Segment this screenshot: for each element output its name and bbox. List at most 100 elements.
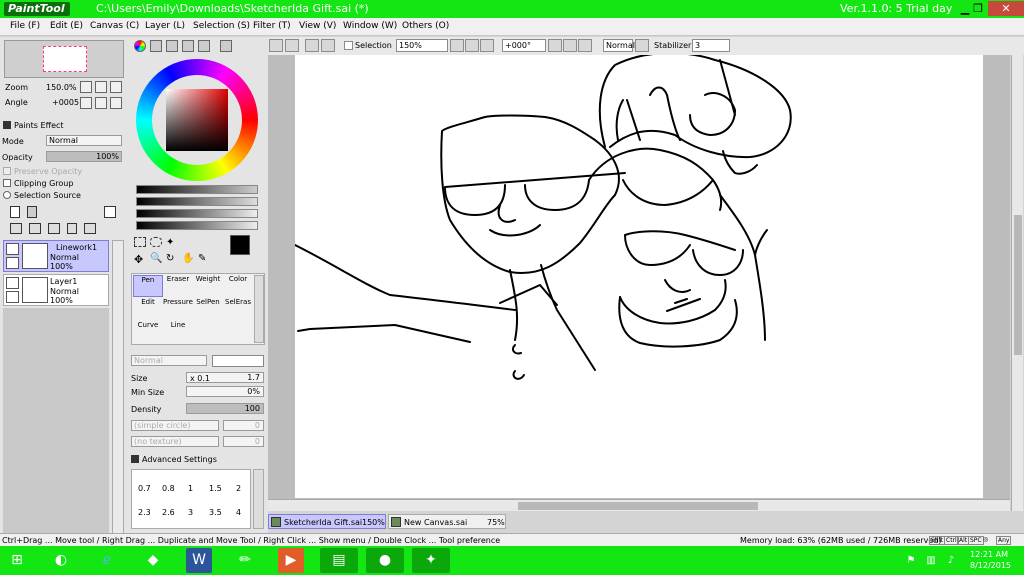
vertical-scrollbar[interactable] xyxy=(1011,55,1023,511)
preset-size[interactable]: 1.5 xyxy=(209,484,222,493)
scratchpad-icon[interactable] xyxy=(220,40,232,52)
internet-explorer-icon[interactable]: ℯ xyxy=(94,548,120,573)
hue-slider[interactable] xyxy=(136,185,258,194)
layer-scrollbar[interactable] xyxy=(112,240,124,566)
layer-properties-icon[interactable] xyxy=(84,223,96,234)
selection-source-checkbox[interactable] xyxy=(3,191,11,199)
menu-file[interactable]: File (F) xyxy=(10,21,40,31)
primary-color-swatch[interactable] xyxy=(230,235,250,255)
new-layer-icon[interactable] xyxy=(10,206,20,218)
layer-mask-icon[interactable] xyxy=(104,206,116,218)
flip-icon[interactable] xyxy=(635,39,649,52)
opacity-slider[interactable]: 100% xyxy=(46,151,122,162)
speaker-icon[interactable]: ♪ xyxy=(938,548,964,573)
lock-icon[interactable] xyxy=(6,291,19,303)
min-size-slider[interactable]: 0% xyxy=(186,386,264,397)
windows-start-icon[interactable]: ⊞ xyxy=(4,548,30,573)
color-wheel[interactable] xyxy=(136,59,258,181)
value-slider[interactable] xyxy=(136,209,258,218)
clear-layer-icon[interactable] xyxy=(48,223,60,234)
invert-selection-icon[interactable] xyxy=(321,39,335,52)
move-icon[interactable]: ✥ xyxy=(134,253,143,266)
painttool-sai-icon[interactable]: ✦ xyxy=(412,548,450,573)
color-mixer-icon[interactable] xyxy=(182,40,194,52)
menu-layer[interactable]: Layer (L) xyxy=(145,21,185,31)
rotate-right-icon[interactable] xyxy=(95,97,107,109)
tool-pressure[interactable]: Pressure xyxy=(163,298,193,320)
advanced-settings-label[interactable]: Advanced Settings xyxy=(142,455,217,464)
layer-row-layer1[interactable]: Layer1 Normal 100% xyxy=(3,274,109,306)
brush-mode-select[interactable]: Normal xyxy=(131,355,207,366)
saturation-slider[interactable] xyxy=(136,197,258,206)
tool-line[interactable]: Line xyxy=(163,321,193,343)
clock-time[interactable]: 12:21 AM xyxy=(970,550,1008,559)
rotate-icon[interactable]: ↻ xyxy=(166,253,174,264)
layer-row-linework1[interactable]: Linework1 Normal 100% xyxy=(3,240,109,272)
media-player-icon[interactable]: ▶ xyxy=(278,548,304,573)
color-wheel-icon[interactable] xyxy=(134,40,146,52)
menu-edit[interactable]: Edit (E) xyxy=(50,21,83,31)
close-icon[interactable]: ✕ xyxy=(988,1,1024,16)
canvas-tab-new-canvas[interactable]: New Canvas.sai 75% xyxy=(388,514,506,529)
tool-pen[interactable]: Pen xyxy=(133,275,163,297)
rotate-left-icon[interactable] xyxy=(80,97,92,109)
horizontal-scroll-thumb[interactable] xyxy=(518,502,758,510)
clipping-group-checkbox[interactable] xyxy=(3,179,11,187)
menu-filter[interactable]: Filter (T) xyxy=(253,21,291,31)
swatches-icon[interactable] xyxy=(198,40,210,52)
word-icon[interactable]: W xyxy=(186,548,212,573)
redo-icon[interactable] xyxy=(285,39,299,52)
tool-weight[interactable]: Weight xyxy=(193,275,223,297)
rect-select-icon[interactable] xyxy=(134,237,146,247)
tool-seleras[interactable]: SelEras xyxy=(223,298,253,320)
rotate-right-icon[interactable] xyxy=(563,39,577,52)
lasso-icon[interactable] xyxy=(150,237,162,247)
rotate-reset-icon[interactable] xyxy=(110,97,122,109)
brush-edge-selector[interactable] xyxy=(212,355,264,367)
expand-icon[interactable] xyxy=(131,455,139,463)
eyedropper-icon[interactable]: ✎ xyxy=(198,253,206,264)
rgb-slider-icon[interactable] xyxy=(150,40,162,52)
mode-select[interactable]: Normal xyxy=(46,135,122,146)
menu-window[interactable]: Window (W) xyxy=(343,21,397,31)
preserve-opacity-checkbox[interactable] xyxy=(3,167,11,175)
brush-shape-select[interactable]: (simple circle) xyxy=(131,420,219,431)
preset-size[interactable]: 3 xyxy=(188,508,193,517)
brush-shape-value[interactable]: 0 xyxy=(223,420,264,431)
file-explorer-icon[interactable]: ▤ xyxy=(320,548,358,573)
deselect-icon[interactable] xyxy=(305,39,319,52)
eye-icon[interactable] xyxy=(6,243,19,255)
undo-icon[interactable] xyxy=(269,39,283,52)
preset-size[interactable]: 4 xyxy=(236,508,241,517)
merge-down-icon[interactable] xyxy=(29,223,41,234)
pencil-icon[interactable]: ✏ xyxy=(232,548,258,573)
menu-canvas[interactable]: Canvas (C) xyxy=(90,21,139,31)
brush-texture-value[interactable]: 0 xyxy=(223,436,264,447)
vertical-scroll-thumb[interactable] xyxy=(1014,215,1022,355)
eye-icon[interactable] xyxy=(6,277,19,289)
tool-curve[interactable]: Curve xyxy=(133,321,163,343)
tool-eraser[interactable]: Eraser xyxy=(163,275,193,297)
tool-scrollbar[interactable] xyxy=(254,275,264,343)
navigator-preview[interactable] xyxy=(4,40,124,78)
presets-scrollbar[interactable] xyxy=(253,469,264,529)
tool-selpen[interactable]: SelPen xyxy=(193,298,223,320)
hand-icon[interactable]: ✋ xyxy=(182,253,194,264)
expand-icon[interactable] xyxy=(3,121,11,129)
preset-size[interactable]: 2.3 xyxy=(138,508,151,517)
zoom-out-icon[interactable] xyxy=(80,81,92,93)
pen-icon[interactable] xyxy=(6,257,19,269)
magic-wand-icon[interactable]: ✦ xyxy=(166,237,178,248)
horizontal-scrollbar[interactable] xyxy=(268,499,1010,511)
drawing-canvas[interactable] xyxy=(294,52,983,498)
menu-selection[interactable]: Selection (S) xyxy=(193,21,250,31)
trash-icon[interactable] xyxy=(67,223,77,234)
zoom-in-icon[interactable] xyxy=(465,39,479,52)
rotate-left-icon[interactable] xyxy=(548,39,562,52)
preset-size[interactable]: 1 xyxy=(188,484,193,493)
selection-checkbox[interactable] xyxy=(344,41,353,50)
sims-icon[interactable]: ◆ xyxy=(140,548,166,573)
canvas-tab-sketcherida[interactable]: SketcherIda Gift.sai 150% xyxy=(268,514,386,529)
density-slider[interactable]: 100 xyxy=(186,403,264,414)
blend-mode-select[interactable]: Normal xyxy=(603,39,635,52)
